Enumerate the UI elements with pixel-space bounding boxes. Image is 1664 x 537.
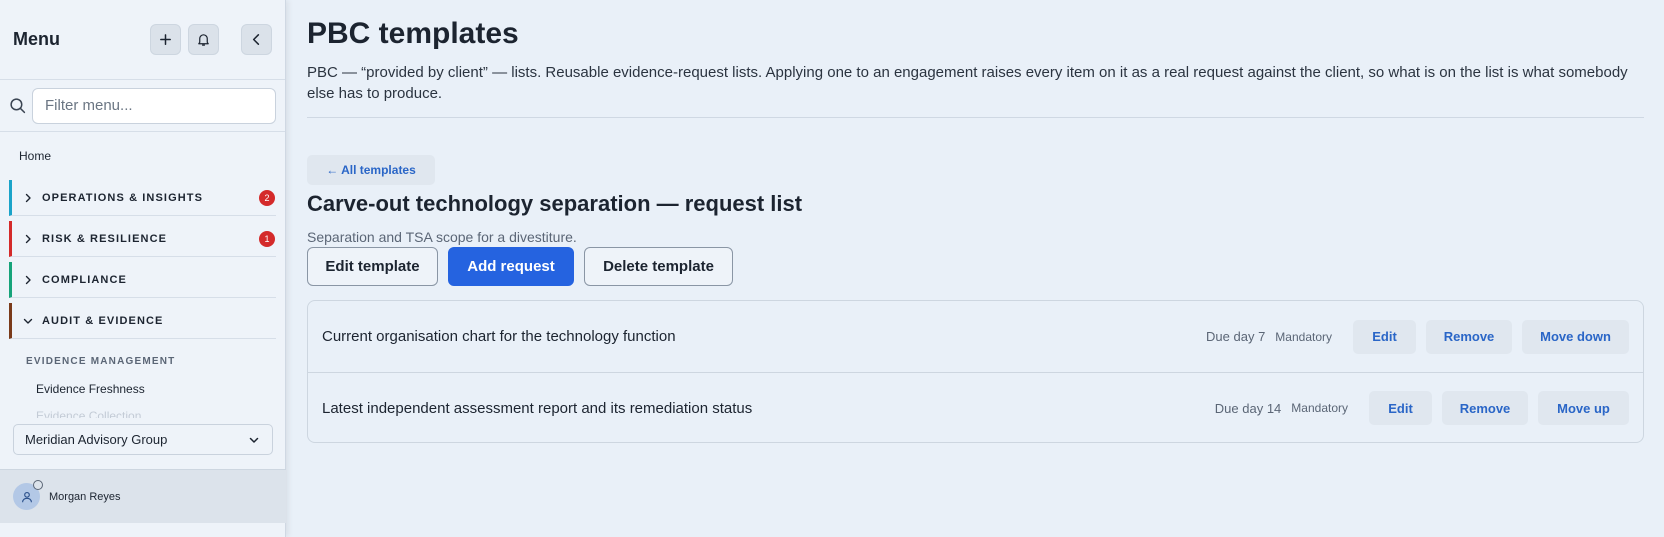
request-list: Current organisation chart for the techn…	[307, 300, 1644, 443]
sidebar-title: Menu	[13, 29, 60, 49]
bell-icon	[198, 34, 209, 46]
search-icon	[10, 98, 26, 114]
user-name: Morgan Reyes	[49, 490, 121, 503]
user-icon	[21, 491, 32, 502]
sidebar-header: Menu	[0, 0, 285, 80]
chevron-left-icon	[252, 34, 260, 45]
mandatory-label: Mandatory	[1275, 329, 1332, 344]
chevron-down-icon	[23, 318, 33, 324]
template-description: Separation and TSA scope for a divestitu…	[307, 229, 577, 245]
mandatory-label: Mandatory	[1291, 401, 1348, 415]
sidebar-search: Filter menu...	[0, 80, 285, 132]
divider	[307, 117, 1644, 118]
count-badge: 1	[259, 230, 275, 247]
user-footer[interactable]: Morgan Reyes	[0, 469, 286, 523]
sidebar-group-audit[interactable]: AUDIT & EVIDENCE	[9, 303, 276, 339]
sidebar-item-home[interactable]: Home	[0, 132, 285, 180]
move-down-button[interactable]: Move down	[1522, 319, 1629, 354]
delete-template-button[interactable]: Delete template	[584, 247, 733, 286]
sidebar-group-risk[interactable]: RISK & RESILIENCE 1	[9, 221, 276, 257]
settings-icon	[33, 480, 43, 490]
notifications-button[interactable]	[188, 24, 219, 55]
remove-request-button[interactable]: Remove	[1426, 319, 1512, 354]
remove-request-button[interactable]: Remove	[1442, 391, 1528, 425]
chevron-right-icon	[25, 234, 31, 243]
filter-menu-input[interactable]: Filter menu...	[32, 87, 276, 124]
sidebar: Menu Filter menu... Home OPERATIONS & IN…	[0, 0, 286, 537]
sidebar-subheading: EVIDENCE MANAGEMENT	[26, 356, 176, 367]
request-text: Current organisation chart for the techn…	[322, 328, 676, 345]
sidebar-item-evidence-collection[interactable]: Evidence Collection	[0, 404, 285, 418]
page-description: PBC — “provided by client” — lists. Reus…	[307, 64, 1628, 102]
all-templates-link[interactable]: ← All templates	[307, 155, 435, 185]
list-item: Latest independent assessment report and…	[308, 372, 1643, 443]
avatar[interactable]	[13, 480, 43, 510]
add-button[interactable]	[150, 24, 181, 55]
edit-request-button[interactable]: Edit	[1369, 391, 1432, 425]
sidebar-group-label: OPERATIONS & INSIGHTS	[42, 191, 204, 204]
plus-icon	[160, 34, 171, 45]
due-label: Due day 7	[1206, 329, 1266, 344]
organization-select-value: Meridian Advisory Group	[25, 432, 168, 447]
chevron-down-icon	[249, 437, 259, 443]
sidebar-group-operations[interactable]: OPERATIONS & INSIGHTS 2	[9, 180, 276, 216]
list-item: Current organisation chart for the techn…	[308, 301, 1643, 372]
sidebar-group-label: COMPLIANCE	[42, 273, 127, 286]
collapse-sidebar-button[interactable]	[241, 24, 272, 55]
edit-request-button[interactable]: Edit	[1353, 319, 1416, 354]
sidebar-group-label: AUDIT & EVIDENCE	[42, 314, 164, 327]
page-title: PBC templates	[307, 17, 519, 50]
request-text: Latest independent assessment report and…	[322, 399, 753, 417]
sidebar-group-label: RISK & RESILIENCE	[42, 232, 168, 245]
move-up-button[interactable]: Move up	[1538, 391, 1629, 425]
chevron-right-icon	[25, 193, 31, 202]
add-request-button[interactable]: Add request	[448, 247, 574, 286]
template-title: Carve-out technology separation — reques…	[307, 191, 803, 216]
organization-select[interactable]: Meridian Advisory Group	[13, 424, 273, 455]
sidebar-group-compliance[interactable]: COMPLIANCE	[9, 262, 276, 298]
chevron-right-icon	[25, 275, 31, 284]
count-badge: 2	[259, 189, 275, 206]
sidebar-item-evidence-freshness[interactable]: Evidence Freshness	[0, 372, 285, 404]
edit-template-button[interactable]: Edit template	[307, 247, 438, 286]
due-label: Due day 14	[1214, 400, 1282, 416]
